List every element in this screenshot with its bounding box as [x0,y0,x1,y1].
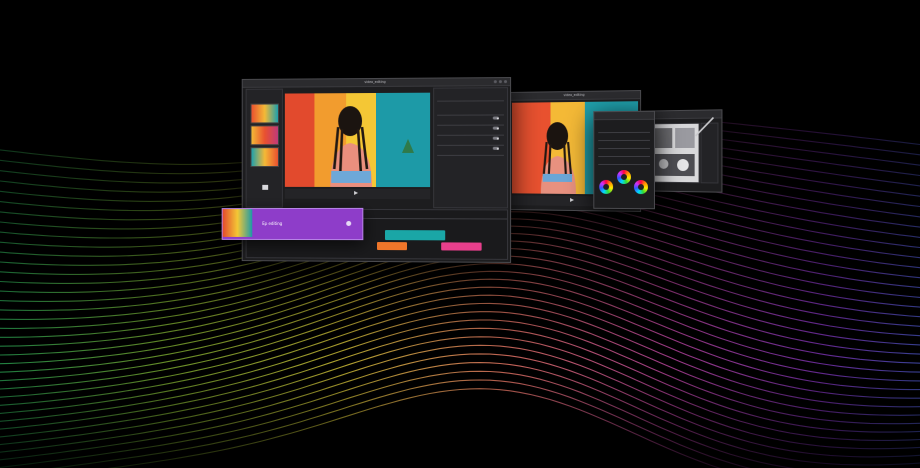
preview-window-title: video_editing [563,92,585,98]
color-wheel-icon[interactable] [617,169,631,185]
properties-panel [433,87,509,209]
toggle-icon[interactable] [492,116,499,120]
clip-pink[interactable] [441,242,482,251]
monitor-controls [284,188,431,200]
play-icon[interactable] [570,197,574,202]
pen-icon [694,115,716,137]
clip-purple-label: Ep editing [262,221,283,226]
marketing-hero-scene: video_editing video_editing Ep editing [0,0,920,468]
clip-orange[interactable] [376,242,408,251]
toggle-icon[interactable] [492,136,499,140]
clip-teal[interactable] [384,230,446,241]
color-wheel-icon[interactable] [599,179,614,194]
toggle-icon[interactable] [492,146,499,150]
bin-thumbnail[interactable] [250,103,279,124]
preview-titlebar: video_editing [510,91,641,101]
media-bin [245,88,283,208]
color-panel-window [593,110,655,210]
folder-icon[interactable] [262,184,269,190]
color-wheel-icon[interactable] [633,180,648,195]
photoshop-canvas [649,122,700,184]
portrait-illustration [284,92,431,188]
sketch-image [650,123,699,183]
floating-timeline-clip[interactable]: Ep editing [221,207,364,241]
premiere-titlebar: video_editing [242,78,511,88]
clip-thumbnail [222,209,253,237]
bin-thumbnail[interactable] [250,147,279,168]
color-panel-titlebar [594,111,654,121]
audio-icon[interactable] [346,220,352,227]
bin-thumbnail[interactable] [250,125,279,146]
program-monitor [284,92,431,188]
play-icon[interactable] [354,190,359,195]
premiere-window-title: video_editing [364,79,386,85]
toggle-icon[interactable] [492,126,499,130]
